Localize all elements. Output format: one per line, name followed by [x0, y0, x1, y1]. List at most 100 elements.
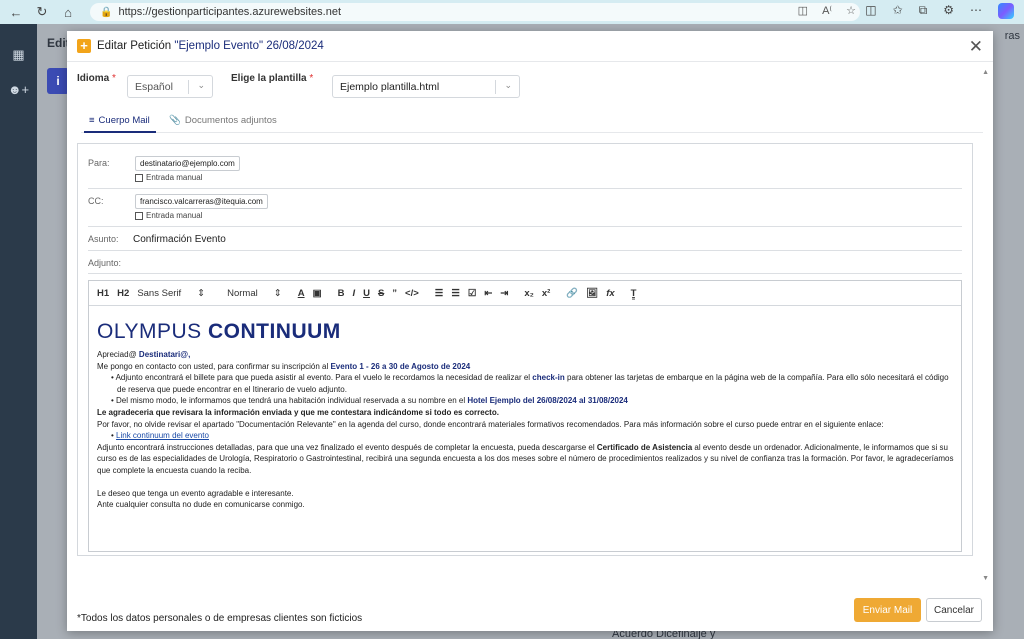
chevron-down-icon: ⌄ [197, 80, 205, 90]
rich-text-editor[interactable]: H1 H2 Sans Serif ⇕ Normal ⇕ A ▣ B I U S … [88, 280, 962, 552]
browser-toolbar: ← ↻ ⌂ 🔒 https://gestionparticipantes.azu… [0, 0, 1024, 24]
refresh-icon[interactable]: ↻ [32, 2, 52, 22]
code-icon[interactable]: </> [405, 288, 419, 299]
edit-request-modal: + Editar Petición "Ejemplo Evento" 26/08… [67, 31, 993, 631]
mail-form: Para: destinatario@ejemplo.com Entrada m… [77, 143, 973, 556]
text-color-icon[interactable]: A [298, 288, 305, 299]
cancel-button[interactable]: Cancelar [926, 598, 982, 622]
scroll-down-icon[interactable]: ▼ [982, 575, 989, 582]
home-icon[interactable]: ⌂ [58, 2, 78, 22]
blockquote-icon[interactable]: ” [392, 288, 397, 299]
more-icon[interactable]: ⋯ [970, 3, 982, 19]
asunto-label: Asunto: [88, 234, 119, 244]
editor-toolbar: H1 H2 Sans Serif ⇕ Normal ⇕ A ▣ B I U S … [89, 281, 961, 306]
checkbox-icon[interactable] [135, 211, 143, 220]
tab-cuerpo-mail[interactable]: ≡ Cuerpo Mail [89, 115, 150, 126]
background-color-icon[interactable]: ▣ [313, 288, 322, 299]
paragraph-4: Adjunto encontrará instrucciones detalla… [97, 442, 954, 475]
italic-icon[interactable]: I [352, 288, 355, 299]
send-mail-button[interactable]: Enviar Mail [854, 598, 921, 622]
check-list-icon[interactable]: ☑ [468, 288, 477, 299]
paragraph-3: Por favor, no olvide revisar el apartado… [97, 419, 884, 429]
copilot-icon[interactable] [998, 3, 1014, 19]
link-icon[interactable]: 🔗 [566, 288, 578, 299]
subscript-icon[interactable]: x₂ [524, 288, 534, 299]
collections-icon[interactable]: ⧉ [919, 3, 928, 19]
cc-label: CC: [88, 196, 104, 206]
idioma-label: Idioma * [77, 73, 116, 84]
heading-1-button[interactable]: H1 [97, 288, 109, 299]
superscript-icon[interactable]: x² [542, 288, 550, 299]
checkbox-icon[interactable] [135, 173, 143, 182]
modal-title: Editar Petición "Ejemplo Evento" 26/08/2… [97, 40, 324, 52]
dropdown-arrows-icon: ⇕ [197, 287, 206, 299]
modal-header: + Editar Petición "Ejemplo Evento" 26/08… [67, 31, 993, 62]
cc-recipient-chip[interactable]: francisco.valcarreras@itequia.com [135, 194, 268, 209]
adjunto-label: Adjunto: [88, 258, 122, 268]
bullet-list-icon[interactable]: ☰ [451, 288, 460, 299]
background-right-text: ras [1004, 30, 1020, 42]
divider [88, 273, 962, 274]
outdent-icon[interactable]: ⇤ [484, 288, 492, 299]
tab-bar: ≡ Cuerpo Mail 📎 Documentos adjuntos [81, 111, 983, 133]
idioma-value: Español [135, 80, 173, 93]
indent-icon[interactable]: ⇥ [500, 288, 508, 299]
plantilla-select[interactable]: Ejemplo plantilla.html ⌄ [332, 75, 520, 98]
favorites-icon[interactable]: ✩ [893, 3, 903, 19]
lock-icon[interactable]: 🔒 [100, 7, 112, 18]
active-tab-indicator [84, 131, 156, 133]
para-manual-entry-checkbox[interactable]: Entrada manual [135, 173, 202, 182]
calendar-icon[interactable]: ▦ [0, 38, 37, 72]
dropdown-arrows-icon: ⇕ [273, 287, 282, 299]
paragraph-2: Le agradeceria que revisara la informaci… [97, 407, 499, 417]
lines-icon: ≡ [89, 115, 95, 126]
divider [88, 250, 962, 251]
close-icon[interactable]: ✕ [969, 37, 983, 57]
image-icon[interactable]: 🖼 [586, 288, 598, 299]
underline-icon[interactable]: U [363, 288, 370, 299]
back-icon[interactable]: ← [6, 2, 26, 22]
para-label: Para: [88, 158, 110, 168]
clear-format-icon[interactable]: T̳ [631, 288, 637, 299]
plantilla-label: Elige la plantilla * [231, 73, 314, 84]
bullet-link: • Link continuum del evento [111, 431, 209, 441]
plus-icon: + [77, 39, 91, 53]
divider [88, 188, 962, 189]
font-select[interactable]: Sans Serif ⇕ [137, 288, 205, 299]
olympus-continuum-logo: OLYMPUS CONTINUUM [97, 320, 341, 343]
app-sidebar: ▦ ☻+ [0, 24, 37, 639]
continuum-event-link[interactable]: Link continuum del evento [116, 431, 209, 440]
browser-actions: ◫ ✩ ⧉ ⚙ ⋯ [865, 3, 1014, 19]
asunto-input[interactable]: Confirmación Evento [133, 234, 226, 245]
strikethrough-icon[interactable]: S [378, 288, 384, 299]
read-aloud-icon[interactable]: A⁽ [822, 4, 832, 17]
divider [88, 226, 962, 227]
paragraph-1: Me pongo en contacto con usted, para con… [97, 361, 471, 371]
formula-icon[interactable]: fx [606, 288, 614, 299]
cc-manual-entry-checkbox[interactable]: Entrada manual [135, 211, 202, 220]
paperclip-icon: 📎 [169, 115, 181, 126]
paragraph-5: Le deseo que tenga un evento agradable e… [97, 488, 294, 498]
tab-documentos-adjuntos[interactable]: 📎 Documentos adjuntos [169, 115, 277, 126]
plantilla-value: Ejemplo plantilla.html [340, 80, 440, 93]
extensions-icon[interactable]: ⚙ [943, 3, 954, 19]
add-user-icon[interactable]: ☻+ [0, 72, 37, 106]
editor-content[interactable]: OLYMPUS CONTINUUM Apreciad@ Destinatari@… [97, 311, 957, 511]
scroll-up-icon[interactable]: ▲ [982, 69, 989, 76]
bullet-1: • Adjunto encontrará el billete para que… [111, 373, 949, 394]
size-select[interactable]: Normal ⇕ [227, 288, 282, 299]
ordered-list-icon[interactable]: ☰ [435, 288, 444, 299]
idioma-select[interactable]: Español ⌄ [127, 75, 213, 98]
address-bar[interactable]: 🔒 https://gestionparticipantes.azurewebs… [90, 3, 860, 21]
app-available-icon[interactable]: ◫ [798, 4, 808, 17]
info-icon[interactable]: i [47, 68, 69, 94]
split-screen-icon[interactable]: ◫ [865, 3, 876, 19]
favorite-star-icon[interactable]: ☆ [846, 4, 856, 17]
heading-2-button[interactable]: H2 [117, 288, 129, 299]
chevron-down-icon: ⌄ [504, 80, 512, 90]
bullet-2: • Del mismo modo, le informamos que tend… [111, 396, 628, 406]
para-recipient-chip[interactable]: destinatario@ejemplo.com [135, 156, 240, 171]
paragraph-6: Ante cualquier consulta no dude en comun… [97, 500, 305, 510]
bold-icon[interactable]: B [338, 288, 345, 299]
address-bar-actions: ◫ A⁽ ☆ [798, 4, 856, 17]
